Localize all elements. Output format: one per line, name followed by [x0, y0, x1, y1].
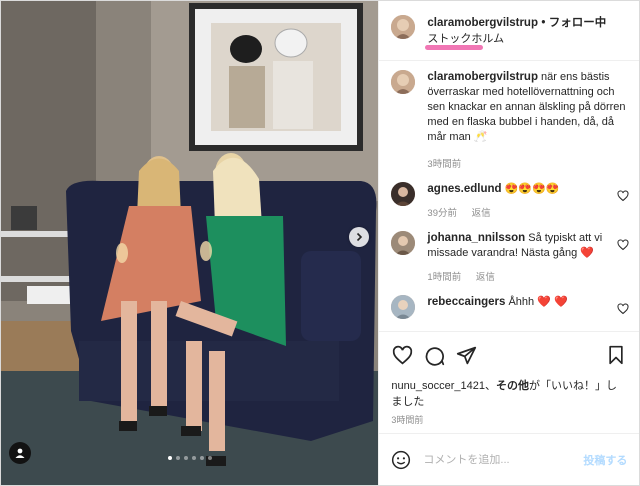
emoji-icon[interactable] — [391, 450, 411, 470]
likes-others[interactable]: その他 — [496, 380, 529, 392]
carousel-dot — [184, 456, 188, 460]
tagged-users-button[interactable] — [9, 442, 31, 464]
post-side-panel: claramobergvilstrup • フォロー中 ストックホルム clar… — [378, 1, 640, 485]
comment-username[interactable]: agnes.edlund — [427, 183, 501, 195]
follow-separator: • — [541, 17, 546, 29]
instagram-post-modal: claramobergvilstrup • フォロー中 ストックホルム clar… — [0, 0, 640, 486]
comment-time: 1時間前 — [427, 272, 462, 283]
next-slide-button[interactable] — [349, 227, 369, 247]
post-timestamp: 3時間前 — [391, 415, 424, 425]
comment-heart-icon[interactable] — [617, 239, 629, 251]
commenter-avatar[interactable] — [391, 231, 416, 255]
post-header: claramobergvilstrup • フォロー中 ストックホルム — [379, 1, 639, 61]
like-button[interactable] — [391, 344, 413, 366]
author-username[interactable]: claramobergvilstrup — [427, 17, 538, 29]
bookmark-icon — [609, 345, 624, 365]
commenter-avatar[interactable] — [391, 182, 416, 206]
carousel-indicator — [1, 456, 378, 460]
save-button[interactable] — [605, 344, 627, 366]
chevron-right-icon — [356, 232, 363, 242]
location-highlight — [425, 45, 484, 50]
post-actions: nunu_soccer_1421、その他が「いいね！」しました 3時間前 — [379, 331, 640, 426]
comment-username[interactable]: rebeccaingers — [427, 296, 505, 308]
paper-plane-icon — [456, 346, 477, 364]
comment-time: 39分前 — [427, 208, 457, 219]
reply-button[interactable]: 返信 — [472, 208, 491, 219]
carousel-dot — [200, 456, 204, 460]
comment-item: agnes.edlund 😍😍😍😍 39分前 返信 — [391, 182, 629, 221]
likes-separator: 、 — [484, 380, 496, 392]
following-button[interactable]: フォロー中 — [549, 17, 607, 29]
comment-icon — [425, 346, 445, 366]
carousel-dot — [192, 456, 196, 460]
photo-scene — [1, 1, 379, 485]
location-link[interactable]: ストックホルム — [425, 32, 505, 50]
liked-by-user[interactable]: nunu_soccer_1421 — [391, 380, 485, 392]
comment-button[interactable] — [423, 344, 445, 366]
author-avatar[interactable] — [391, 70, 416, 94]
comment-item: johanna_nnilsson Så typiskt att vi missa… — [391, 231, 629, 285]
caption: claramobergvilstrup när ens bästis överr… — [391, 70, 629, 172]
add-comment-bar: 投稿する — [379, 433, 640, 485]
carousel-dot — [208, 456, 212, 460]
heart-icon — [392, 345, 413, 365]
post-photo[interactable] — [1, 1, 379, 485]
carousel-dot — [168, 456, 172, 460]
post-comment-button[interactable]: 投稿する — [583, 452, 627, 468]
comment-input[interactable] — [423, 453, 584, 466]
likes-summary: nunu_soccer_1421、その他が「いいね！」しました — [391, 378, 627, 410]
caption-time: 3時間前 — [427, 159, 462, 170]
author-avatar[interactable] — [391, 15, 416, 39]
comment-heart-icon[interactable] — [617, 303, 629, 315]
commenter-avatar[interactable] — [391, 295, 416, 319]
reply-button[interactable]: 返信 — [476, 272, 495, 283]
comment-item: rebeccaingers Åhhh ❤️ ❤️ — [391, 295, 629, 319]
comment-username[interactable]: johanna_nnilsson — [427, 232, 525, 244]
comment-heart-icon[interactable] — [617, 190, 629, 202]
location-text: ストックホルム — [427, 33, 505, 45]
carousel-dot — [176, 456, 180, 460]
comments-list[interactable]: claramobergvilstrup när ens bästis överr… — [379, 62, 639, 330]
comment-text: 😍😍😍😍 — [504, 183, 560, 195]
comment-text: Åhhh ❤️ ❤️ — [508, 296, 568, 308]
caption-username[interactable]: claramobergvilstrup — [427, 71, 538, 83]
share-button[interactable] — [455, 344, 477, 366]
